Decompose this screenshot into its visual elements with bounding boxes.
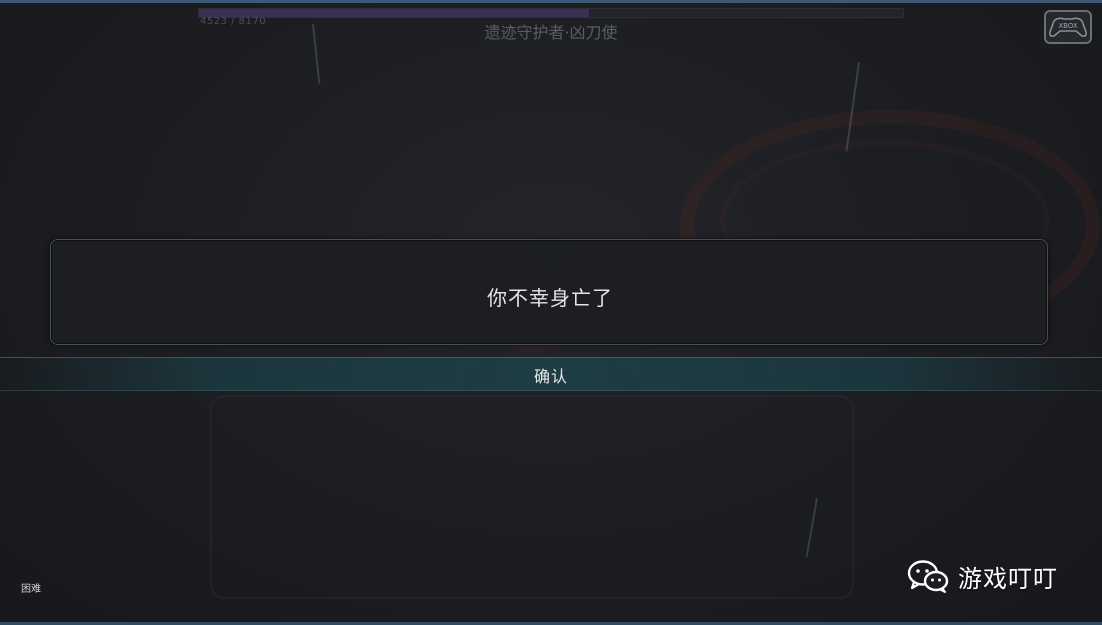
watermark-text: 游戏叮叮 [958, 564, 1058, 593]
death-message: 你不幸身亡了 [487, 286, 613, 310]
confirm-button-label: 确认 [533, 367, 568, 386]
controller-badge[interactable]: XBOX [1044, 10, 1092, 44]
difficulty-label: 困难 [21, 584, 41, 595]
watermark: 游戏叮叮 [906, 556, 1058, 596]
background-panel [210, 395, 854, 599]
confirm-button[interactable]: 确认 [0, 357, 1102, 391]
controller-badge-label: XBOX [1058, 22, 1078, 30]
boss-health-bar [198, 8, 904, 18]
boss-name: 遗迹守护者·凶刀使 [484, 23, 618, 42]
top-frame-edge [0, 0, 1102, 3]
wechat-icon [907, 560, 949, 593]
death-dialog: 你不幸身亡了 [50, 239, 1048, 345]
game-screen: 4523 / 8170 遗迹守护者·凶刀使 XBOX 你不幸身亡了 确认 困难 … [0, 0, 1102, 625]
gamepad-icon: XBOX [1049, 17, 1087, 37]
